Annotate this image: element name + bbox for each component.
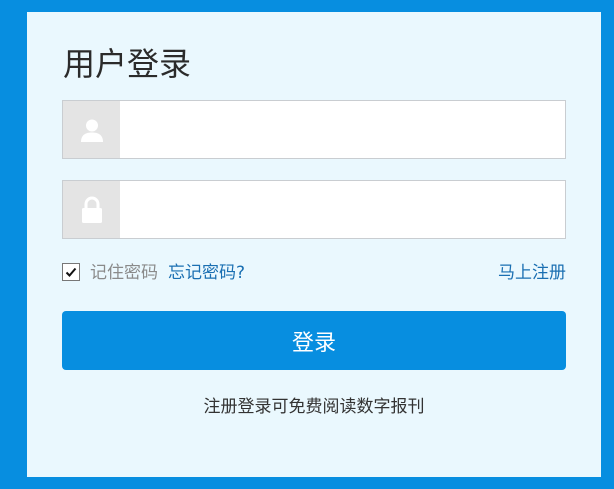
register-link[interactable]: 马上注册: [498, 260, 566, 286]
remember-password-checkbox[interactable]: [62, 263, 80, 281]
user-icon: [63, 101, 120, 158]
login-panel: 用户登录 记住密码 忘记密码? 马上注册 登录 注册登录可免费阅读数字报刊: [27, 12, 601, 477]
options-row: 记住密码 忘记密码? 马上注册: [62, 260, 566, 286]
lock-icon: [63, 181, 120, 238]
login-button[interactable]: 登录: [62, 311, 566, 370]
checkmark-icon: [65, 267, 77, 277]
page-title: 用户登录: [63, 45, 192, 83]
register-note: 注册登录可免费阅读数字报刊: [203, 397, 425, 417]
remember-password-label[interactable]: 记住密码: [90, 260, 158, 286]
password-field-group: [62, 180, 566, 239]
forgot-password-link[interactable]: 忘记密码?: [168, 260, 245, 286]
username-input[interactable]: [121, 101, 565, 158]
username-field-group: [62, 100, 566, 159]
password-input[interactable]: [121, 181, 565, 238]
